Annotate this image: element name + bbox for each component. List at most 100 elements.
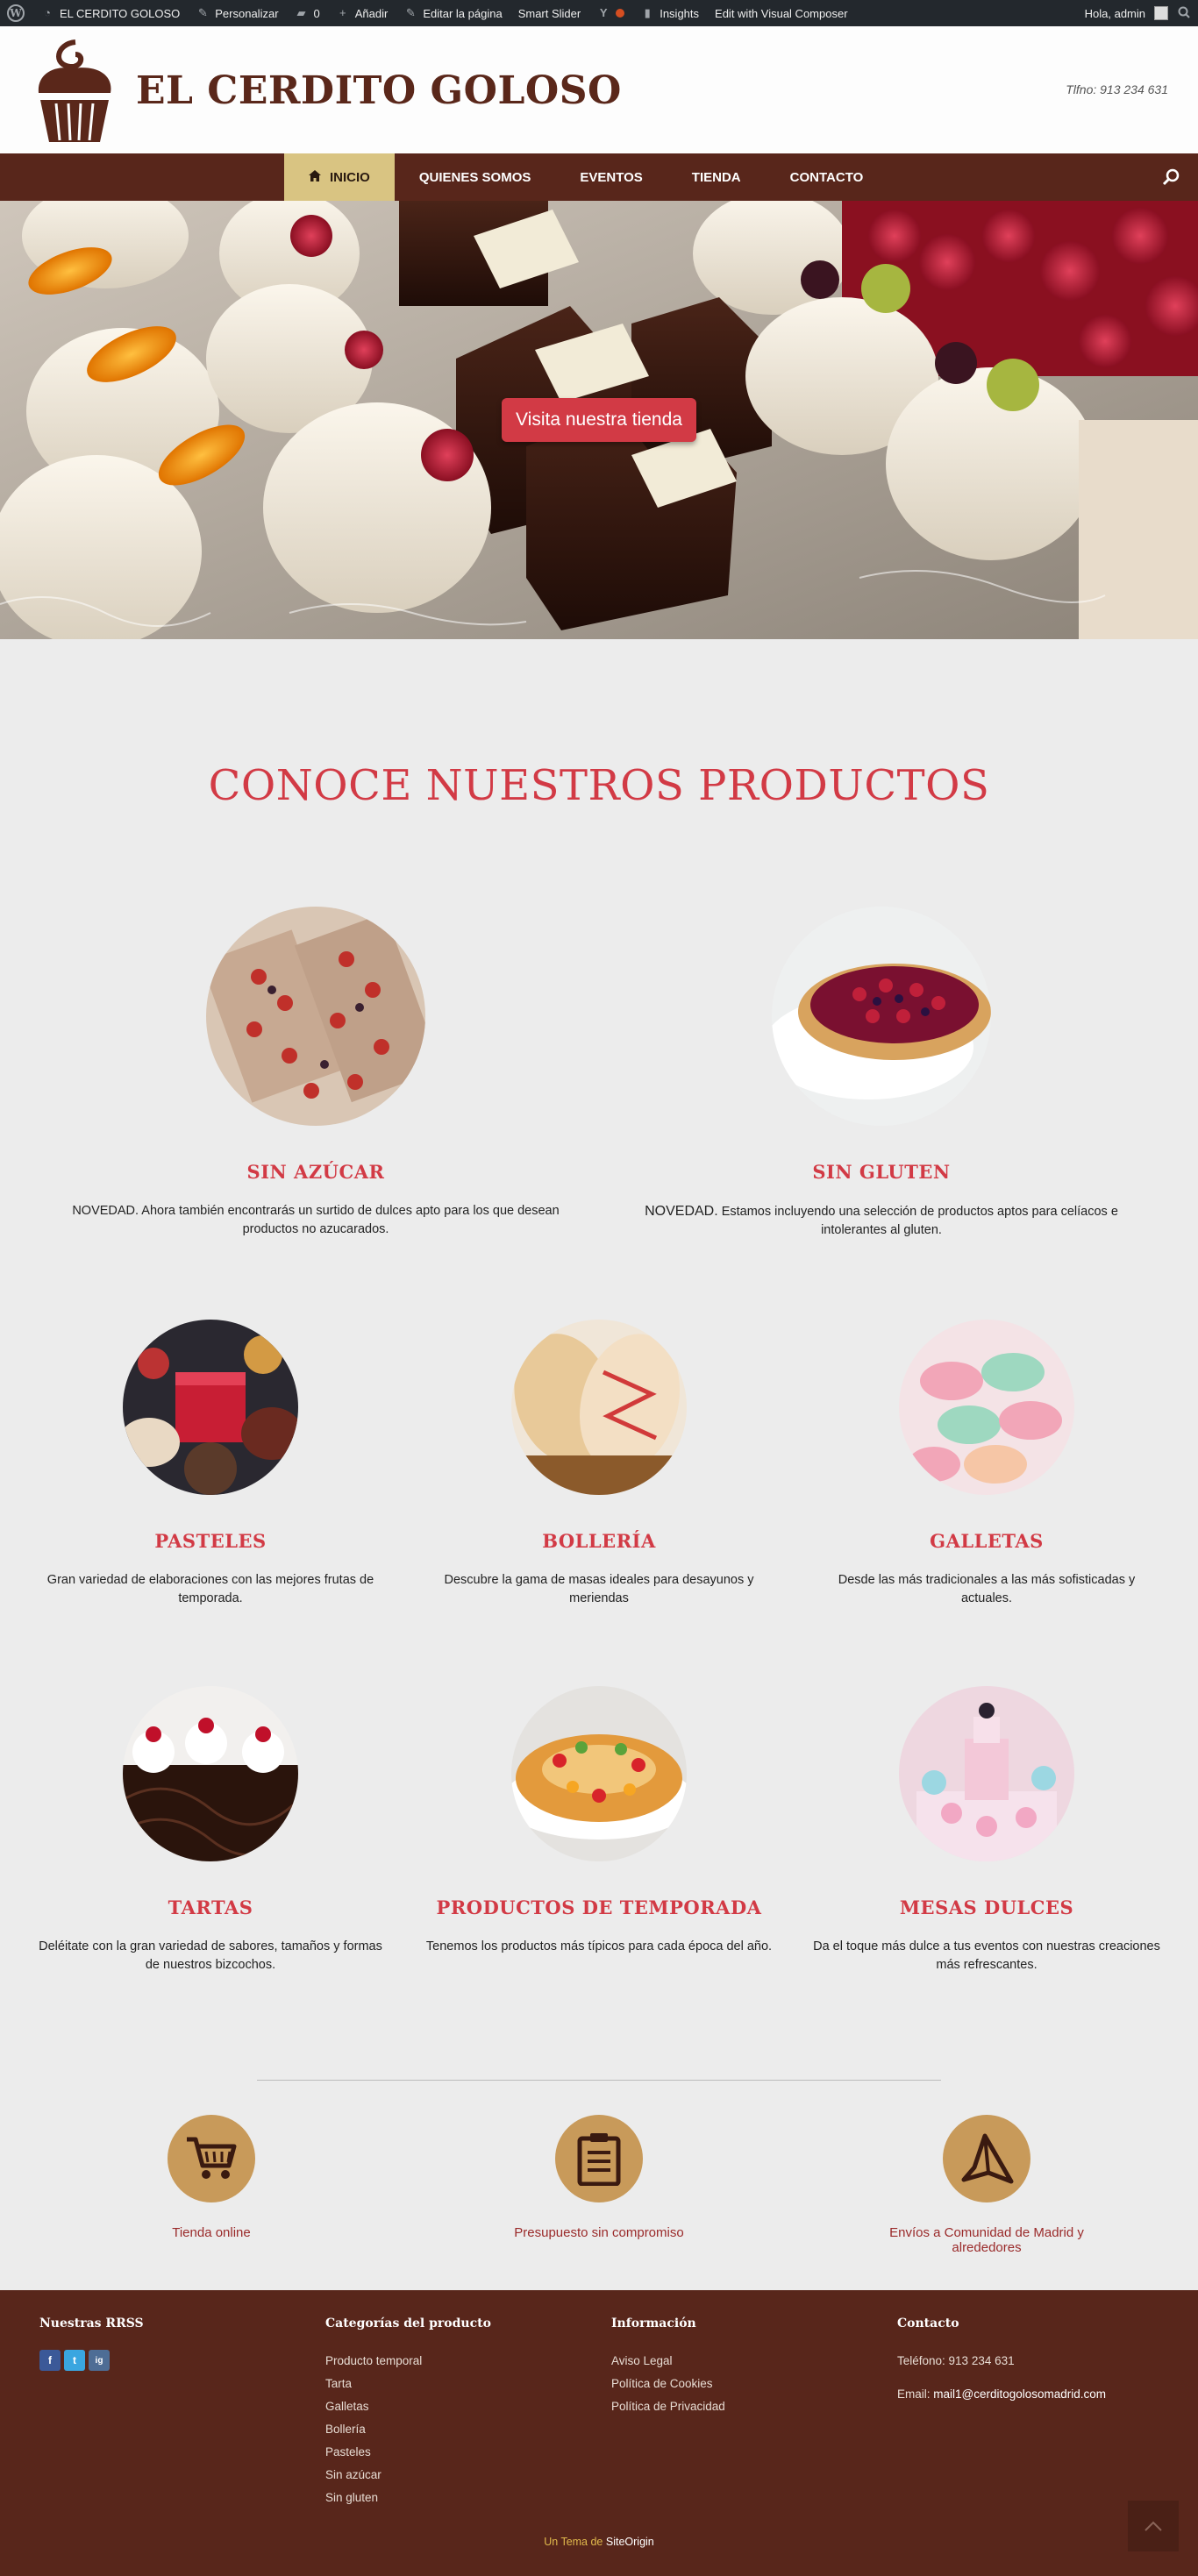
product-description: NOVEDAD. Estamos incluyendo una selecció…	[623, 1202, 1140, 1240]
avatar[interactable]	[1154, 6, 1168, 20]
comment-icon: ▰	[296, 6, 306, 19]
admin-yoast[interactable]: Y	[596, 6, 625, 20]
nav-item-inicio[interactable]: INICIO	[284, 153, 395, 201]
product-image-sin-azucar[interactable]	[206, 907, 425, 1126]
search-icon[interactable]	[1177, 6, 1191, 20]
product-title[interactable]: TARTAS	[35, 1896, 386, 1918]
admin-add-new[interactable]: + Añadir	[336, 6, 389, 20]
dashboard-icon: ◔	[44, 6, 51, 19]
footer-col-info: Información Aviso Legal Política de Cook…	[611, 2316, 725, 2418]
nav-label: TIENDA	[691, 169, 741, 185]
footer-info-link[interactable]: Aviso Legal	[611, 2350, 725, 2373]
footer-category-link[interactable]: Galletas	[325, 2395, 491, 2418]
paper-plane-icon	[943, 2115, 1030, 2202]
footer-email-link[interactable]: mail1@cerditogolosomadrid.com	[933, 2387, 1106, 2401]
footer-info-link[interactable]: Política de Cookies	[611, 2373, 725, 2395]
product-card-tartas: TARTAS Deléitate con la gran variedad de…	[35, 1686, 386, 1975]
nav-label-inicio: INICIO	[330, 169, 370, 185]
footer-info-link[interactable]: Política de Privacidad	[611, 2395, 725, 2418]
nav-item-contacto[interactable]: CONTACTO	[766, 153, 888, 201]
hero-slider: Visita nuestra tienda	[0, 201, 1198, 639]
product-description: Desde las más tradicionales a las más so…	[838, 1573, 1136, 1605]
product-title[interactable]: SIN AZÚCAR	[57, 1161, 574, 1183]
product-description: Tenemos los productos más típicos para c…	[425, 1939, 773, 1953]
product-title[interactable]: BOLLERÍA	[424, 1530, 774, 1552]
product-description: Deléitate con la gran variedad de sabore…	[39, 1939, 382, 1972]
cupcake-logo-icon[interactable]	[30, 39, 119, 146]
product-title[interactable]: SIN GLUTEN	[623, 1161, 1140, 1183]
product-title[interactable]: GALLETAS	[811, 1530, 1162, 1552]
admin-edit-page[interactable]: ✎ Editar la página	[403, 6, 503, 20]
footer-heading: Categorías del producto	[325, 2316, 491, 2330]
footer-col-contact: Contacto Teléfono: 913 234 631 Email: ma…	[897, 2316, 1106, 2406]
social-links: f t ig	[39, 2350, 144, 2371]
product-image-temporada[interactable]	[511, 1686, 687, 1861]
plus-icon: +	[339, 6, 346, 19]
siteorigin-link[interactable]: SiteOrigin	[606, 2536, 654, 2548]
admin-bar: W ◔ EL CERDITO GOLOSO ✎ Personalizar ▰ 0 + A…	[0, 0, 1198, 26]
seo-status-dot-icon	[616, 9, 625, 18]
product-image-mesas-dulces[interactable]	[899, 1686, 1074, 1861]
site-footer: Nuestras RRSS f t ig Categorías del prod…	[0, 2290, 1198, 2576]
footer-category-link[interactable]: Pasteles	[325, 2441, 491, 2464]
admin-edit-vc[interactable]: Edit with Visual Composer	[715, 7, 848, 20]
visit-shop-button[interactable]: Visita nuestra tienda	[502, 398, 696, 442]
product-image-pasteles[interactable]	[123, 1320, 298, 1495]
home-icon	[309, 169, 321, 185]
product-image-galletas[interactable]	[899, 1320, 1074, 1495]
feature-tienda-online[interactable]: Tienda online	[80, 2115, 343, 2240]
product-description: Gran variedad de elaboraciones con las m…	[46, 1573, 374, 1605]
footer-category-link[interactable]: Bollería	[325, 2418, 491, 2441]
admin-comments-link[interactable]: ▰ 0	[295, 6, 320, 20]
product-title[interactable]: PASTELES	[35, 1530, 386, 1552]
wordpress-menu[interactable]: W	[7, 4, 25, 22]
site-title[interactable]: EL CERDITO GOLOSO	[136, 68, 622, 113]
chevron-up-icon	[1145, 2521, 1162, 2531]
nav-label: CONTACTO	[789, 169, 864, 185]
add-new-label: Añadir	[354, 6, 389, 20]
footer-category-link[interactable]: Sin azúcar	[325, 2464, 491, 2487]
credit-prefix: Un Tema de	[544, 2536, 606, 2548]
product-card-temporada: PRODUCTOS DE TEMPORADA Tenemos los produ…	[424, 1686, 774, 1956]
feature-envios[interactable]: Envíos a Comunidad de Madrid y alrededor…	[855, 2115, 1118, 2255]
product-image-bolleria[interactable]	[511, 1320, 687, 1495]
feature-label: Presupuesto sin compromiso	[514, 2225, 684, 2240]
admin-customize-link[interactable]: ✎ Personalizar	[196, 6, 279, 20]
footer-col-rrss: Nuestras RRSS f t ig	[39, 2316, 144, 2371]
bar-chart-icon: ▮	[644, 6, 651, 19]
instagram-icon[interactable]: ig	[89, 2350, 110, 2371]
admin-greeting[interactable]: Hola, admin	[1085, 7, 1145, 20]
twitter-icon[interactable]: t	[64, 2350, 85, 2371]
edit-vc-label: Edit with Visual Composer	[715, 6, 848, 20]
admin-site-name: EL CERDITO GOLOSO	[60, 6, 181, 20]
admin-site-link[interactable]: ◔ EL CERDITO GOLOSO	[40, 6, 180, 20]
nav-item-eventos[interactable]: EVENTOS	[555, 153, 667, 201]
admin-smart-slider[interactable]: Smart Slider	[518, 7, 581, 20]
nav-item-quienes-somos[interactable]: QUIENES SOMOS	[395, 153, 556, 201]
product-description: NOVEDAD. Ahora también encontrarás un su…	[72, 1204, 560, 1236]
product-title[interactable]: PRODUCTOS DE TEMPORADA	[424, 1896, 774, 1918]
feature-presupuesto[interactable]: Presupuesto sin compromiso	[467, 2115, 731, 2240]
product-description-text: Estamos incluyendo una selección de prod…	[717, 1205, 1118, 1237]
footer-heading: Información	[611, 2316, 696, 2330]
smart-slider-label: Smart Slider	[517, 6, 581, 20]
product-card-galletas: GALLETAS Desde las más tradicionales a l…	[811, 1320, 1162, 1608]
feature-label: Envíos a Comunidad de Madrid y alrededor…	[889, 2225, 1084, 2255]
product-title[interactable]: MESAS DULCES	[811, 1896, 1162, 1918]
admin-insights[interactable]: ▮ Insights	[640, 6, 699, 20]
product-image-tartas[interactable]	[123, 1686, 298, 1861]
product-image-sin-gluten[interactable]	[772, 907, 991, 1126]
footer-category-link[interactable]: Producto temporal	[325, 2350, 491, 2373]
footer-heading: Contacto	[897, 2316, 959, 2330]
footer-category-link[interactable]: Tarta	[325, 2373, 491, 2395]
product-card-sin-gluten: SIN GLUTEN NOVEDAD. Estamos incluyendo u…	[623, 907, 1140, 1240]
section-title: CONOCE NUESTROS PRODUCTOS	[208, 761, 990, 810]
search-icon[interactable]	[1161, 167, 1180, 187]
facebook-icon[interactable]: f	[39, 2350, 61, 2371]
shopping-cart-icon	[168, 2115, 255, 2202]
wordpress-logo-icon: W	[7, 4, 25, 22]
brush-icon: ✎	[197, 6, 208, 19]
nav-item-tienda[interactable]: TIENDA	[667, 153, 766, 201]
product-card-pasteles: PASTELES Gran variedad de elaboraciones …	[35, 1320, 386, 1608]
footer-category-link[interactable]: Sin gluten	[325, 2487, 491, 2509]
